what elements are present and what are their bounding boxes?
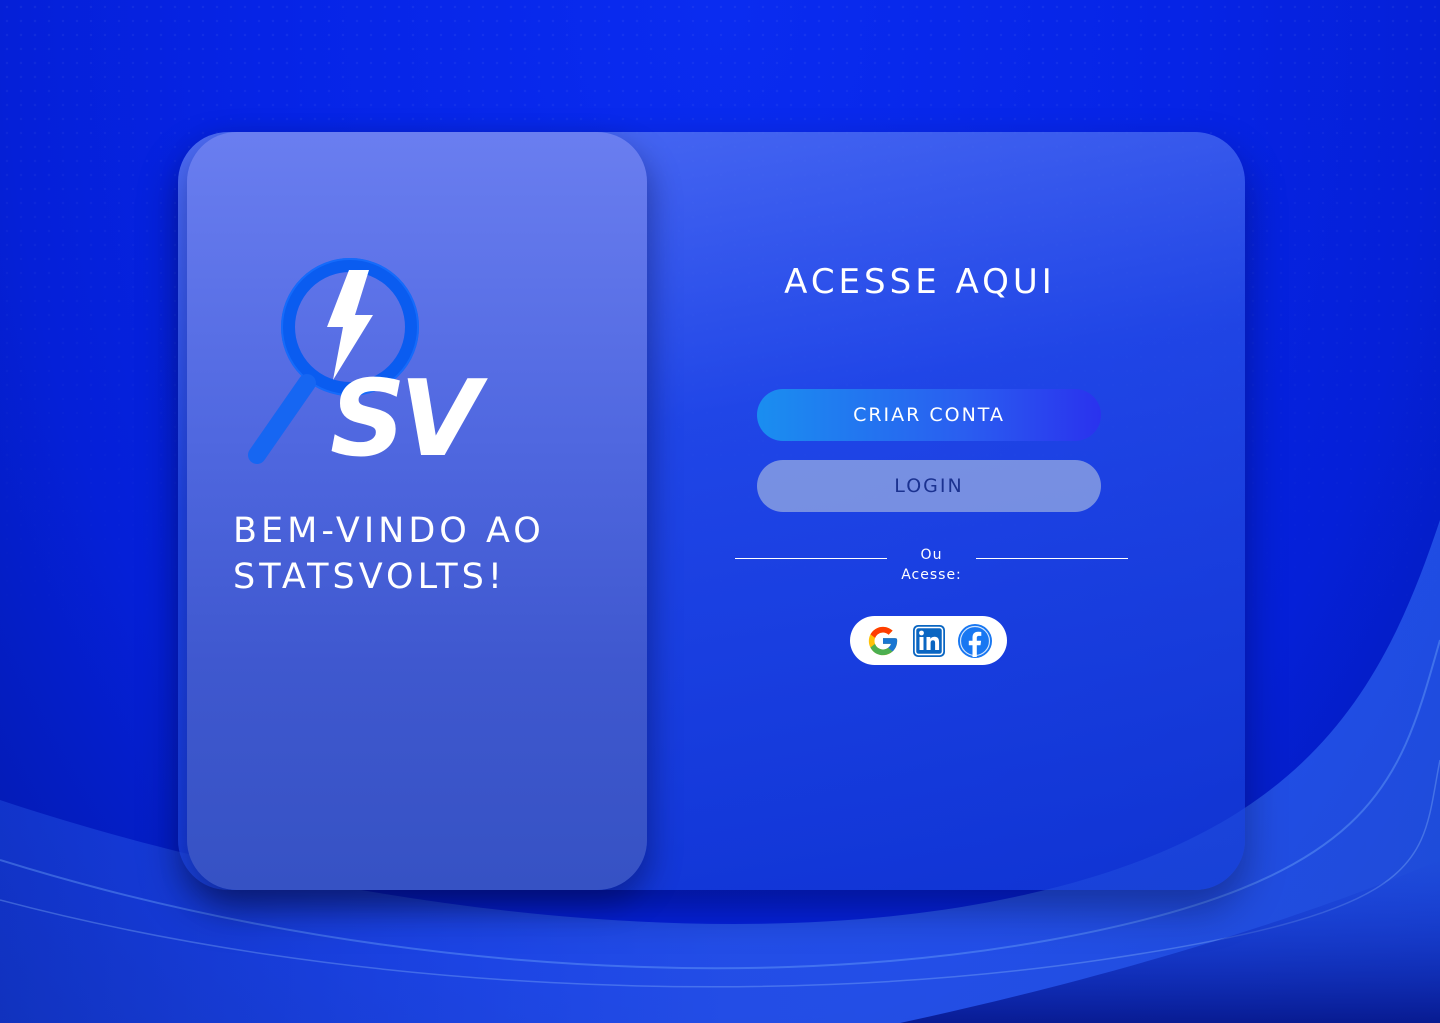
or-label: Ou <box>920 547 943 563</box>
welcome-heading: BEM-VINDO AO STATSVOLTS! <box>233 508 545 600</box>
linkedin-icon <box>912 624 945 657</box>
access-label: Acesse: <box>901 567 962 583</box>
divider-left <box>735 558 887 559</box>
statsvolts-logo-icon: SV <box>248 258 495 480</box>
social-login-group <box>850 616 1007 665</box>
facebook-icon <box>957 623 992 658</box>
google-icon <box>868 626 897 655</box>
divider-right <box>976 558 1128 559</box>
google-login-button[interactable] <box>864 622 902 660</box>
login-button[interactable]: LOGIN <box>757 460 1101 512</box>
svg-text:SV: SV <box>330 358 489 480</box>
or-access-label: Ou Acesse: <box>887 545 976 585</box>
welcome-line-2: STATSVOLTS! <box>233 557 506 597</box>
welcome-line-1: BEM-VINDO AO <box>233 511 545 551</box>
facebook-login-button[interactable] <box>956 622 994 660</box>
create-account-button[interactable]: CRIAR CONTA <box>757 389 1101 441</box>
page-title: ACESSE AQUI <box>784 262 1056 302</box>
linkedin-login-button[interactable] <box>910 622 948 660</box>
